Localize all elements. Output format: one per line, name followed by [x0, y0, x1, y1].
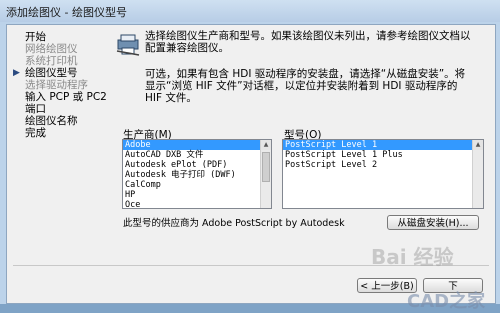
nav-label: 开始 — [25, 31, 46, 43]
list-item[interactable]: Adobe — [123, 140, 271, 150]
list-item[interactable]: PostScript Level 1 — [283, 140, 483, 150]
supplier-info: 此型号的供应商为 Adobe PostScript by Autodesk — [123, 218, 345, 229]
dialog-window: 添加绘图仪 - 绘图仪型号 开始 网络绘图仪 系统打印机 ▶ 绘图仪型号 选择驱动… — [0, 0, 500, 312]
scroll-thumb[interactable] — [262, 152, 270, 182]
list-item[interactable]: Oce — [123, 200, 271, 208]
nav-item-select-driver: 选择驱动程序 — [13, 79, 113, 91]
manufacturer-list[interactable]: Adobe AutoCAD DXB 文件 Autodesk ePlot (PDF… — [122, 139, 272, 209]
list-item[interactable]: CalComp — [123, 180, 271, 190]
nav-item-network-plotter: 网络绘图仪 — [13, 43, 113, 55]
nav-label: 输入 PCP 或 PC2 — [25, 91, 107, 103]
current-step-arrow-icon: ▶ — [13, 68, 20, 78]
cad-watermark: CAD之家 — [407, 291, 486, 312]
hint-line: 显示“浏览 HIF 文件”对话框，以定位并安装附着到 HDI 驱动程序的 — [145, 80, 458, 92]
nav-label: 系统打印机 — [25, 55, 78, 67]
nav-label: 选择驱动程序 — [25, 79, 88, 91]
list-item[interactable]: HP — [123, 190, 271, 200]
hint-line: HIF 文件。 — [145, 92, 197, 104]
scroll-up-icon[interactable]: ▲ — [473, 140, 483, 150]
description-line: 配置兼容绘图仪。 — [145, 42, 229, 54]
nav-item-port: 端口 — [13, 103, 113, 115]
nav-label: 绘图仪型号 — [25, 67, 78, 79]
nav-label: 网络绘图仪 — [25, 43, 78, 55]
model-scrollbar[interactable]: ▲ — [472, 140, 483, 208]
list-item[interactable]: PostScript Level 1 Plus — [283, 150, 483, 160]
baidu-watermark: Bai 经验 — [371, 245, 454, 269]
nav-item-finish: 完成 — [13, 127, 113, 139]
nav-item-start: 开始 — [13, 31, 113, 43]
nav-label: 完成 — [25, 127, 46, 139]
nav-label: 绘图仪名称 — [25, 115, 78, 127]
model-description: 选择绘图仪生产商和型号。如果该绘图仪未列出，请参考绘图仪文档以 配置兼容绘图仪。 — [145, 30, 485, 54]
model-list[interactable]: PostScript Level 1 PostScript Level 1 Pl… — [282, 139, 484, 209]
install-from-disk-button[interactable]: 从磁盘安装(H)... — [387, 215, 479, 230]
list-item[interactable]: PostScript Level 2 — [283, 160, 483, 170]
dialog-body: 开始 网络绘图仪 系统打印机 ▶ 绘图仪型号 选择驱动程序 输入 PCP 或 PC… — [6, 24, 496, 312]
nav-item-import-pcp: 输入 PCP 或 PC2 — [13, 91, 113, 103]
wizard-steps: 开始 网络绘图仪 系统打印机 ▶ 绘图仪型号 选择驱动程序 输入 PCP 或 PC… — [13, 31, 113, 139]
list-item[interactable]: Autodesk 电子打印 (DWF) — [123, 170, 271, 180]
list-item[interactable]: AutoCAD DXB 文件 — [123, 150, 271, 160]
description-line: 选择绘图仪生产商和型号。如果该绘图仪未列出，请参考绘图仪文档以 — [145, 30, 471, 42]
plotter-icon — [116, 34, 140, 56]
nav-item-system-printer: 系统打印机 — [13, 55, 113, 67]
hdi-hint: 可选，如果有包含 HDI 驱动程序的安装盘，请选择“从磁盘安装”。将 显示“浏览… — [145, 68, 485, 104]
nav-item-plotter-model: ▶ 绘图仪型号 — [13, 67, 113, 79]
title-bar[interactable]: 添加绘图仪 - 绘图仪型号 — [0, 0, 500, 22]
list-item[interactable]: Autodesk ePlot (PDF) — [123, 160, 271, 170]
nav-item-plotter-name: 绘图仪名称 — [13, 115, 113, 127]
hint-line: 可选，如果有包含 HDI 驱动程序的安装盘，请选择“从磁盘安装”。将 — [145, 68, 466, 80]
scroll-up-icon[interactable]: ▲ — [261, 140, 271, 150]
nav-label: 端口 — [25, 103, 46, 115]
manufacturer-scrollbar[interactable]: ▲ — [260, 140, 271, 208]
window-title: 添加绘图仪 - 绘图仪型号 — [6, 6, 127, 19]
